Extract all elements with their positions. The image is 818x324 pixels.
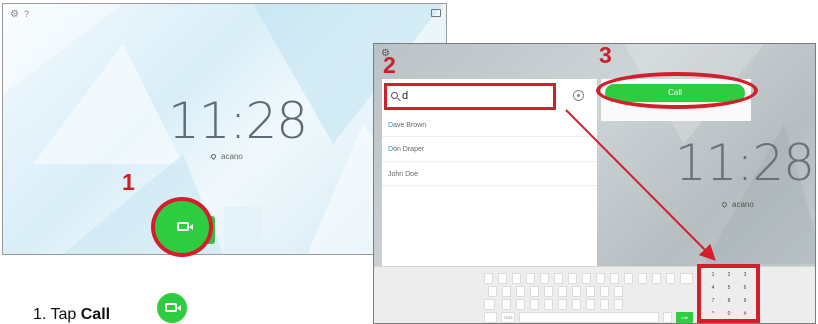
keyboard-key[interactable] bbox=[610, 273, 619, 284]
instruction-caption: 1. Tap Call bbox=[33, 306, 111, 323]
keyboard-key[interactable] bbox=[666, 273, 675, 284]
space-key[interactable] bbox=[519, 312, 659, 323]
share-tile[interactable] bbox=[224, 207, 262, 254]
keyboard-key[interactable] bbox=[600, 286, 609, 297]
keyboard-key[interactable] bbox=[572, 299, 581, 310]
contact-item[interactable]: Dave Brown bbox=[388, 122, 426, 129]
keyboard-key[interactable] bbox=[530, 299, 539, 310]
numpad-highlight-box bbox=[697, 264, 760, 323]
keyboard-key[interactable] bbox=[572, 286, 581, 297]
location-label: acano bbox=[209, 152, 243, 161]
call-button-highlight bbox=[596, 72, 758, 109]
keyboard-key[interactable] bbox=[582, 273, 591, 284]
keyboard-key[interactable] bbox=[586, 299, 595, 310]
keyboard-key[interactable] bbox=[614, 299, 623, 310]
step-2-label: 2 bbox=[383, 52, 396, 78]
location-pin-icon bbox=[209, 152, 218, 161]
keyboard-key[interactable] bbox=[488, 286, 497, 297]
keyboard-key[interactable] bbox=[544, 286, 553, 297]
keyboard-key[interactable] bbox=[663, 312, 672, 323]
emoji-key[interactable] bbox=[484, 312, 497, 323]
keyboard-key[interactable] bbox=[624, 273, 633, 284]
keyboard-key[interactable] bbox=[498, 273, 507, 284]
keyboard-key[interactable] bbox=[586, 286, 595, 297]
shift-key[interactable] bbox=[484, 299, 495, 310]
cast-icon[interactable] bbox=[431, 9, 441, 17]
search-highlight-box bbox=[384, 83, 556, 110]
keyboard-key[interactable] bbox=[544, 299, 553, 310]
keyboard-key[interactable] bbox=[516, 286, 525, 297]
clock-time: 11:28 bbox=[168, 92, 308, 150]
keyboard-key[interactable] bbox=[600, 299, 609, 310]
keyboard-key[interactable] bbox=[596, 273, 605, 284]
keyboard-key[interactable] bbox=[526, 273, 535, 284]
step-3-label: 3 bbox=[599, 42, 612, 68]
gear-icon[interactable]: ⚙ bbox=[10, 9, 19, 20]
numbers-key[interactable]: ?123 bbox=[501, 312, 515, 323]
contact-item[interactable]: Don Draper bbox=[388, 146, 424, 153]
keyboard-key[interactable] bbox=[558, 299, 567, 310]
keyboard-key[interactable] bbox=[484, 273, 493, 284]
keyboard-key[interactable] bbox=[502, 299, 511, 310]
clock-time: 11:28 bbox=[674, 134, 815, 192]
help-icon[interactable]: ? bbox=[24, 9, 29, 19]
location-label: acano bbox=[720, 200, 754, 209]
keyboard-key[interactable] bbox=[540, 273, 549, 284]
keyboard-key[interactable] bbox=[568, 273, 577, 284]
location-pin-icon bbox=[720, 200, 729, 209]
keyboard-key[interactable] bbox=[530, 286, 539, 297]
call-key[interactable]: Call bbox=[676, 312, 693, 323]
keyboard-key[interactable] bbox=[652, 273, 661, 284]
call-icon bbox=[157, 293, 187, 323]
keyboard-key[interactable] bbox=[554, 273, 563, 284]
call-button-highlight[interactable] bbox=[151, 197, 213, 257]
keyboard-key[interactable] bbox=[516, 299, 525, 310]
clear-icon[interactable] bbox=[573, 90, 584, 101]
keyboard-key[interactable] bbox=[512, 273, 521, 284]
contact-item[interactable]: John Doe bbox=[388, 171, 418, 178]
keyboard-key[interactable] bbox=[614, 286, 623, 297]
backspace-key[interactable] bbox=[680, 273, 693, 284]
keyboard-key[interactable] bbox=[558, 286, 567, 297]
keyboard-key[interactable] bbox=[502, 286, 511, 297]
step-1-label: 1 bbox=[122, 169, 135, 195]
keyboard-key[interactable] bbox=[638, 273, 647, 284]
